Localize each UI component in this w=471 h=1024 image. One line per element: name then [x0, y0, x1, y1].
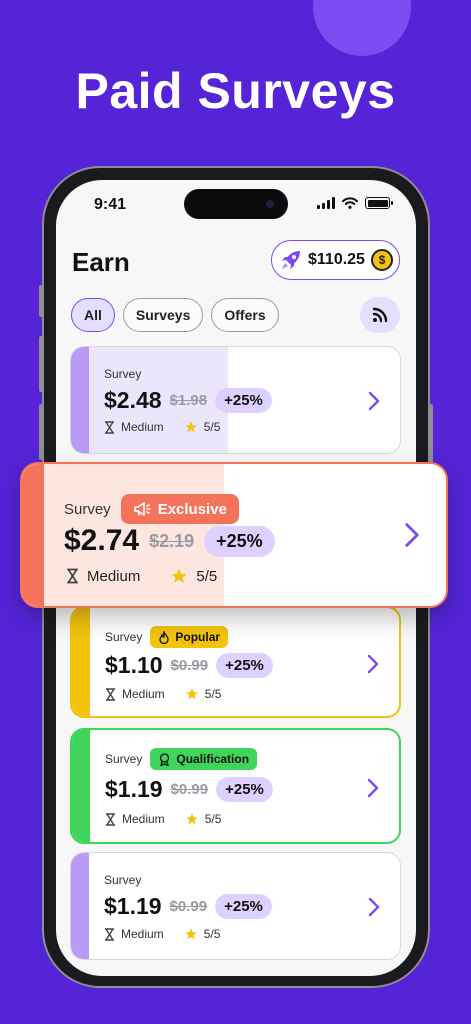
chevron-right-icon	[367, 778, 379, 798]
card-label: Survey	[105, 752, 143, 766]
background-circle	[313, 0, 411, 56]
card-label: Survey	[104, 367, 142, 381]
megaphone-icon	[133, 502, 151, 516]
featured-price: $2.74	[64, 524, 140, 557]
card-rating: 5/5	[203, 927, 221, 941]
featured-label: Survey	[64, 500, 111, 518]
page-title: Earn	[72, 247, 130, 277]
card-difficulty: Medium	[122, 812, 165, 826]
chevron-right-icon	[368, 897, 380, 917]
phone-volume-down	[39, 404, 43, 460]
card-bonus: +25%	[216, 653, 273, 678]
card-bonus: +25%	[215, 388, 272, 413]
card-accent-stripe	[71, 347, 89, 453]
chevron-right-icon	[367, 654, 379, 674]
star-icon	[184, 421, 197, 433]
hourglass-icon	[106, 687, 115, 701]
exclusive-badge: Exclusive	[120, 494, 239, 524]
card-bonus: +25%	[215, 894, 272, 919]
featured-bonus: +25%	[204, 525, 275, 557]
card-accent-stripe	[71, 853, 89, 959]
survey-card[interactable]: Survey $2.48 $1.98 +25% Medium 5/5	[70, 346, 401, 454]
card-old-price: $0.99	[169, 898, 208, 915]
status-time: 9:41	[94, 196, 127, 213]
hourglass-icon	[106, 812, 115, 826]
filter-offers[interactable]: Offers	[211, 298, 279, 332]
featured-difficulty: Medium	[87, 567, 141, 585]
rocket-icon	[282, 251, 300, 269]
featured-survey-card[interactable]: Survey Exclusive $2.74 $2.19 +25% Medium…	[20, 462, 448, 608]
balance-amount: $110.25	[308, 251, 365, 268]
coin-icon: $	[370, 249, 393, 271]
qualification-badge: Qualification	[150, 748, 258, 770]
fire-icon	[159, 630, 170, 644]
survey-card[interactable]: Survey $1.19 $0.99 +25% Medium 5/5	[70, 852, 401, 960]
card-label: Survey	[104, 873, 142, 887]
battery-icon	[365, 197, 393, 209]
filter-surveys[interactable]: Surveys	[122, 298, 204, 332]
featured-rating: 5/5	[196, 567, 218, 585]
phone-volume-up	[39, 336, 43, 392]
phone-side-button	[39, 285, 43, 317]
card-rating: 5/5	[203, 420, 221, 434]
chevron-right-icon	[405, 523, 419, 547]
star-icon	[185, 813, 198, 825]
star-icon	[185, 688, 198, 700]
card-price: $1.19	[105, 776, 163, 802]
rss-icon	[372, 307, 388, 323]
star-icon	[184, 928, 197, 940]
balance-button[interactable]: $110.25 $	[271, 240, 400, 280]
hourglass-icon	[105, 420, 114, 434]
chevron-right-icon	[368, 391, 380, 411]
status-icons	[317, 197, 393, 209]
popular-badge: Popular	[150, 626, 229, 648]
card-accent-stripe	[72, 608, 90, 716]
card-old-price: $1.98	[169, 392, 208, 409]
filter-chips: All Surveys Offers	[71, 298, 279, 332]
signal-icon	[317, 197, 335, 209]
card-difficulty: Medium	[122, 687, 165, 701]
hourglass-icon	[67, 568, 78, 584]
card-price: $1.19	[104, 893, 162, 919]
page-headline: Paid Surveys	[75, 63, 396, 119]
card-price: $1.10	[105, 652, 163, 678]
survey-card[interactable]: Survey Qualification $1.19 $0.99 +25% Me…	[70, 728, 401, 844]
dynamic-island	[184, 189, 288, 219]
medal-icon	[160, 752, 170, 766]
featured-old-price: $2.19	[149, 530, 195, 551]
card-old-price: $0.99	[170, 781, 209, 798]
card-accent-stripe	[72, 730, 90, 842]
card-accent-stripe	[22, 464, 44, 606]
filter-all[interactable]: All	[71, 298, 115, 332]
wifi-icon	[342, 197, 358, 209]
star-icon	[171, 568, 187, 583]
card-bonus: +25%	[216, 777, 273, 802]
hourglass-icon	[105, 927, 114, 941]
card-label: Survey	[105, 630, 143, 644]
card-price: $2.48	[104, 387, 162, 413]
feed-button[interactable]	[360, 297, 400, 333]
card-difficulty: Medium	[121, 420, 164, 434]
survey-card[interactable]: Survey Popular $1.10 $0.99 +25% Medium 5…	[70, 606, 401, 718]
card-rating: 5/5	[204, 812, 222, 826]
card-difficulty: Medium	[121, 927, 164, 941]
card-old-price: $0.99	[170, 657, 209, 674]
card-rating: 5/5	[204, 687, 222, 701]
